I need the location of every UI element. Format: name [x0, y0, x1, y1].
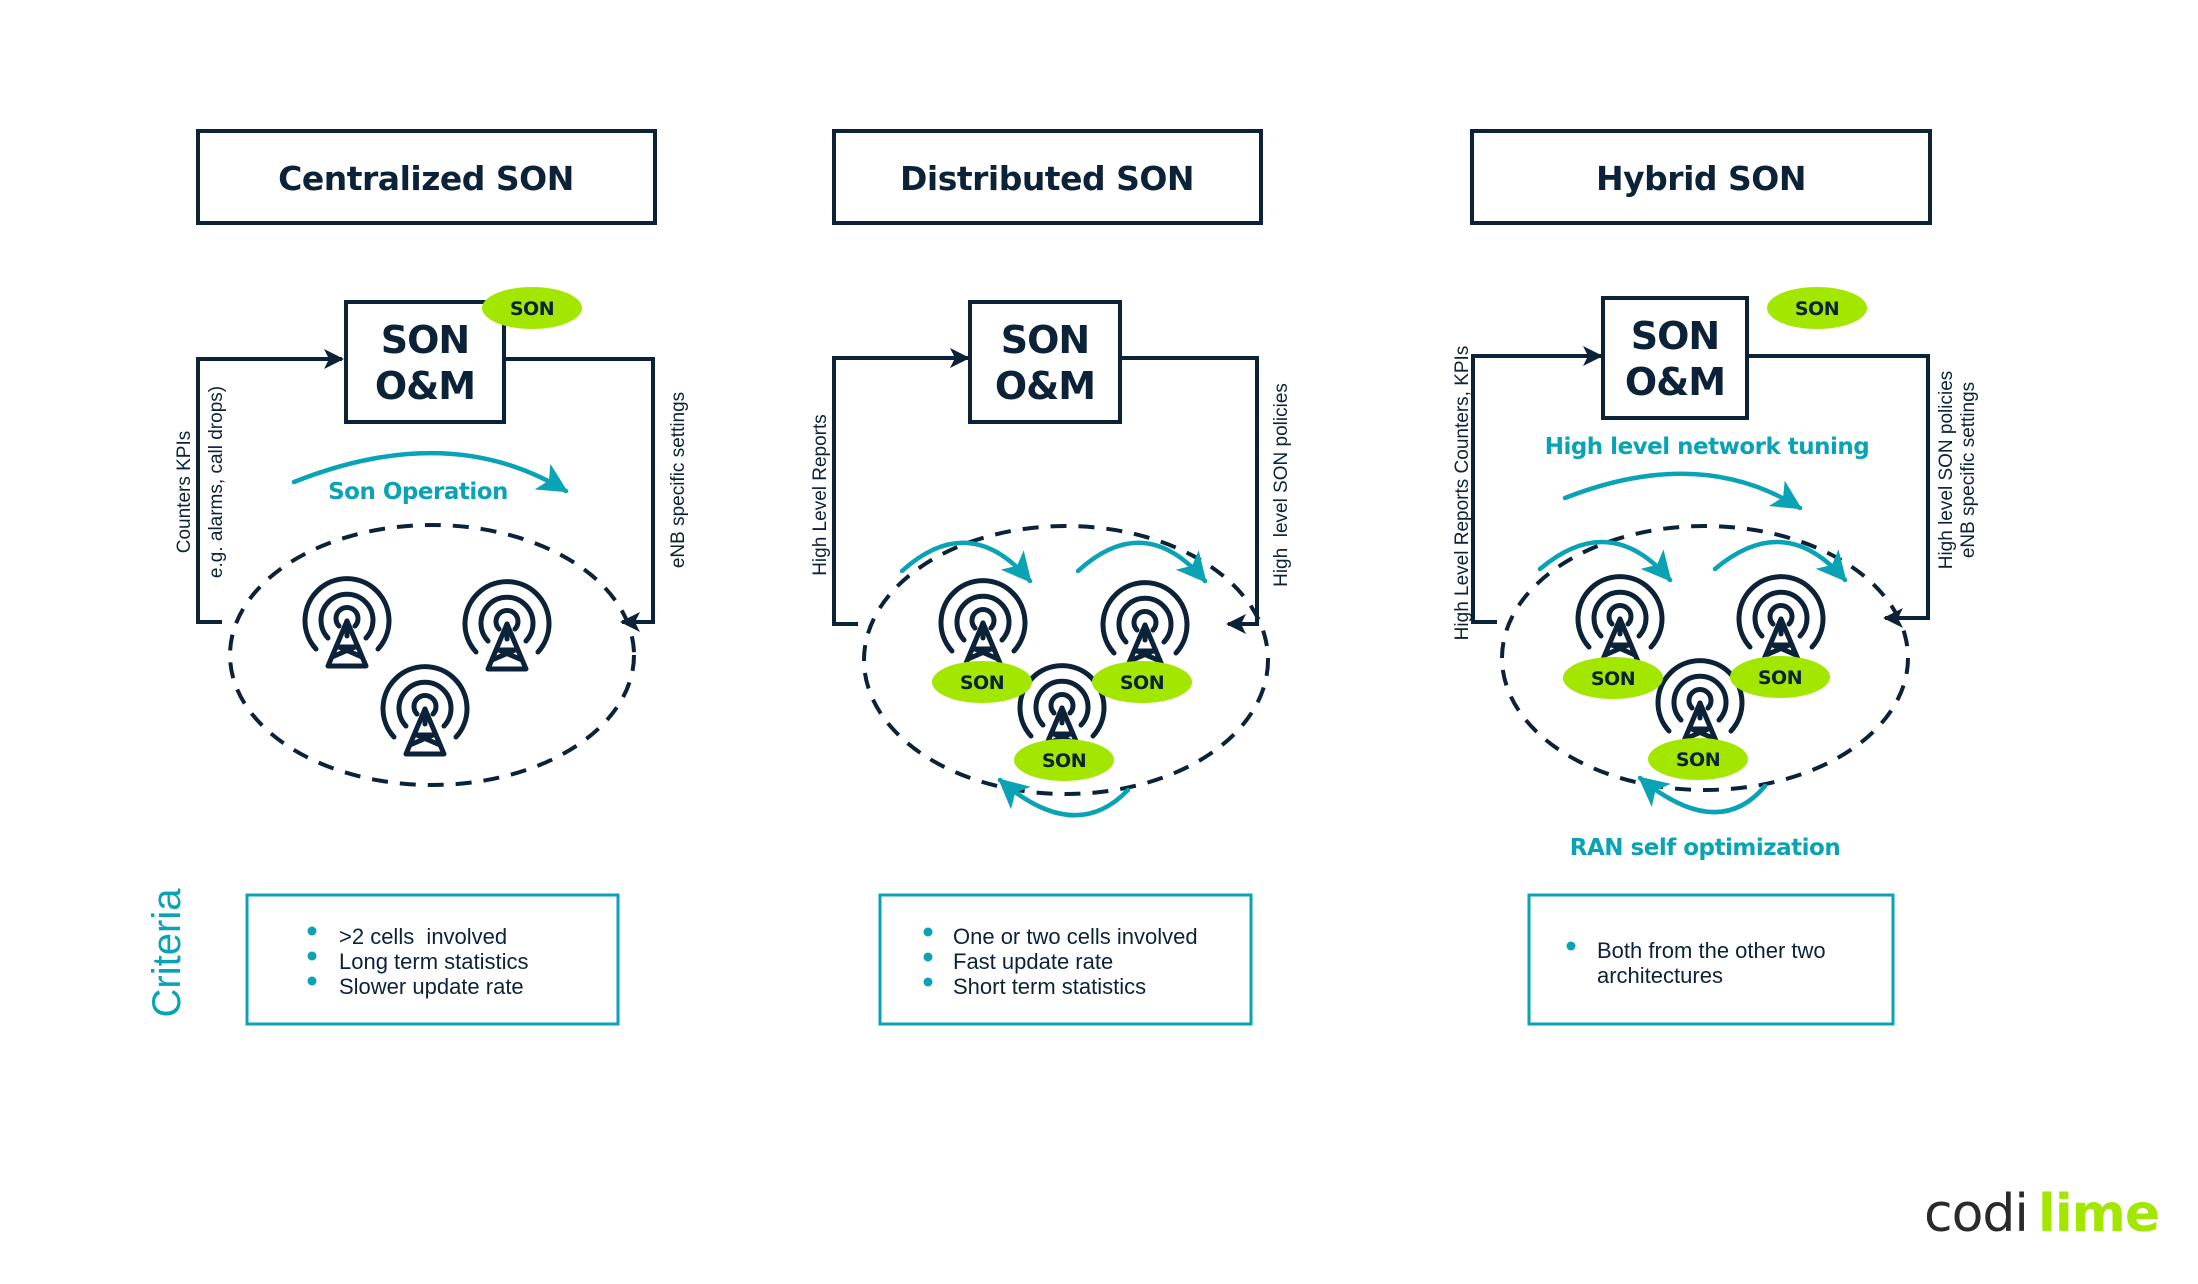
left-label-line2: e.g. alarms, call drops) — [206, 386, 227, 578]
criteria-item: Slower update rate — [339, 974, 524, 999]
right-label: High level SON policies — [1271, 383, 1292, 587]
son-badge-label: SON — [1120, 672, 1164, 694]
logo-text-codi: codi — [1924, 1184, 2028, 1244]
cell-tower-icon — [941, 581, 1025, 668]
bullet-icon — [923, 927, 933, 937]
son-architectures-diagram: Centralized SON SON O&M SON Counters KPI… — [145, 129, 2160, 1244]
right-label: eNB specific settings — [668, 392, 689, 568]
criteria-item: One or two cells involved — [953, 924, 1198, 949]
son-badge-label: SON — [1795, 298, 1839, 320]
son-om-line2: O&M — [1625, 360, 1725, 404]
cell-tower-icon — [1739, 577, 1823, 664]
bullet-icon — [923, 952, 933, 962]
criteria-item: Both from the other two — [1597, 938, 1826, 963]
criteria-list: >2 cells involved Long term statistics S… — [307, 924, 529, 999]
cell-tower-icon — [1578, 577, 1662, 664]
criteria-item: Short term statistics — [953, 974, 1146, 999]
bullet-icon — [307, 976, 317, 986]
panel-centralized: Centralized SON SON O&M SON Counters KPI… — [174, 129, 689, 1026]
right-label-line1: High level SON policies — [1936, 371, 1957, 570]
bullet-icon — [307, 951, 317, 961]
criteria-heading: Criteria — [145, 888, 189, 1018]
left-label: High Level Reports — [810, 414, 831, 576]
cell-tower-icon — [465, 582, 549, 669]
bullet-icon — [1566, 941, 1576, 951]
cell-tower-icon — [1658, 661, 1742, 748]
bullet-icon — [307, 926, 317, 936]
x2-coordination-arrow — [899, 540, 1033, 584]
panel-title: Distributed SON — [900, 159, 1194, 198]
criteria-item: >2 cells involved — [339, 924, 507, 949]
son-badge-label: SON — [960, 672, 1004, 694]
bullet-icon — [923, 977, 933, 987]
x2-coordination-arrow — [1075, 540, 1208, 584]
son-badge-label: SON — [510, 298, 554, 320]
son-om-line2: O&M — [995, 364, 1095, 408]
cell-tower-icon — [1103, 583, 1187, 670]
son-badge-label: SON — [1758, 667, 1802, 689]
logo-text-lime: lime — [2038, 1184, 2159, 1244]
right-label-line2: eNB specific settings — [1958, 382, 1979, 558]
cell-tower-icon — [305, 579, 389, 666]
panel-title: Centralized SON — [278, 159, 574, 198]
left-label: High Level Reports Counters, KPIs — [1452, 346, 1473, 641]
criteria-item: Long term statistics — [339, 949, 529, 974]
son-om-line1: SON — [381, 318, 469, 362]
downlink-connector — [505, 357, 655, 632]
criteria-item-continued: architectures — [1597, 963, 1723, 988]
criteria-item: Fast update rate — [953, 949, 1113, 974]
codilime-logo: codi lime — [1924, 1184, 2160, 1244]
ran-optimization-arrow — [1637, 775, 1768, 815]
network-tuning-arrow — [1562, 471, 1803, 511]
panel-hybrid: Hybrid SON SON O&M SON High Level Report… — [1452, 129, 1979, 1026]
son-badge-label: SON — [1676, 749, 1720, 771]
son-operation-label: Son Operation — [328, 479, 508, 505]
ran-optimization-label: RAN self optimization — [1570, 835, 1840, 861]
son-om-line1: SON — [1631, 314, 1719, 358]
panel-title: Hybrid SON — [1596, 159, 1806, 198]
x2-coordination-arrow — [997, 777, 1131, 818]
son-badge-label: SON — [1591, 668, 1635, 690]
x2-coordination-arrow — [1537, 539, 1673, 583]
son-badge-label: SON — [1042, 750, 1086, 772]
network-tuning-label: High level network tuning — [1545, 434, 1870, 460]
left-label-line1: Counters KPIs — [174, 431, 195, 554]
cell-tower-icon — [383, 667, 467, 754]
cell-cluster-boundary — [228, 523, 636, 787]
son-om-line1: SON — [1001, 318, 1089, 362]
panel-distributed: Distributed SON SON O&M High Level Repor… — [810, 129, 1292, 1026]
son-om-line2: O&M — [375, 364, 475, 408]
